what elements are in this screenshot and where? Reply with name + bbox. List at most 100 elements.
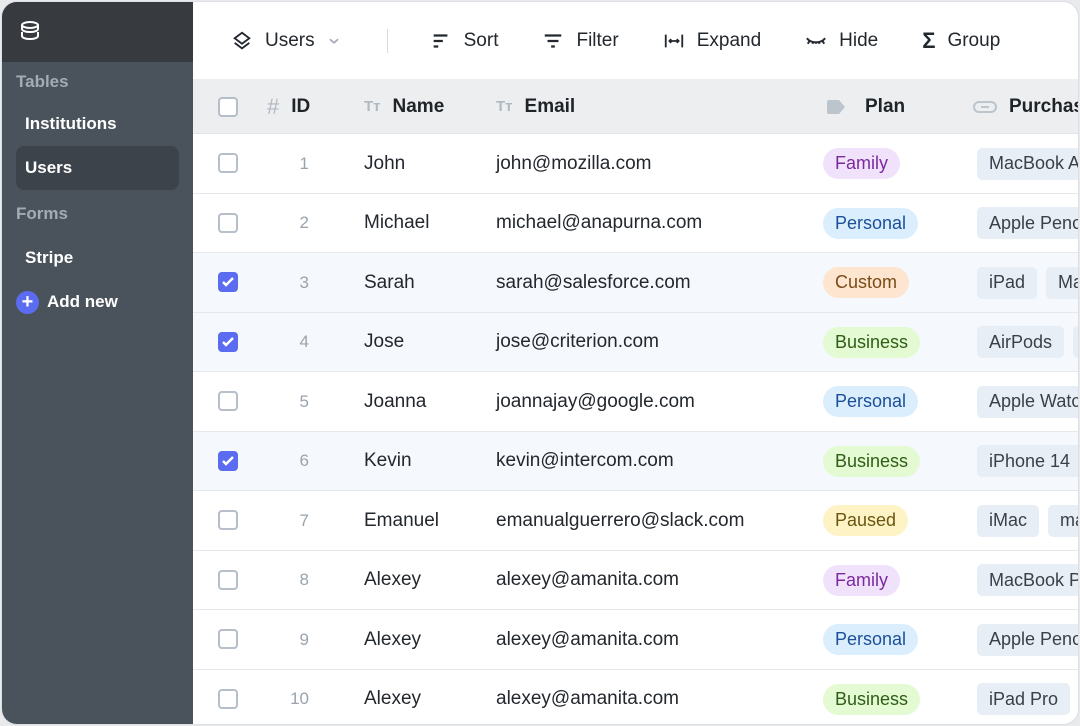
row-email[interactable]: john@mozilla.com [496,134,652,193]
row-email[interactable]: alexey@amanita.com [496,551,679,610]
row-checkbox[interactable] [218,153,238,173]
plan-badge[interactable]: Business [823,445,921,477]
purchase-chip[interactable]: Apple Penc [977,207,1078,239]
row-name[interactable]: Joanna [364,372,426,431]
row-email[interactable]: alexey@amanita.com [496,610,679,669]
purchase-chip[interactable]: iMac [977,504,1040,537]
column-plan-label: Plan [865,95,906,117]
column-purchases[interactable]: Purchas [973,79,1078,134]
purchases-cell[interactable]: iPadMa [977,253,1078,312]
table-row[interactable]: 2 Michael michael@anapurna.com Personal … [193,194,1078,253]
row-checkbox[interactable] [218,272,238,292]
column-name-label: Name [392,95,445,117]
plan-badge[interactable]: Family [823,148,900,179]
row-checkbox[interactable] [218,629,238,649]
sidebar-item-users[interactable]: Users [16,146,179,190]
row-email[interactable]: sarah@salesforce.com [496,253,691,312]
table-header: # ID Tт Name Tт Email Plan Purchas [193,79,1078,134]
add-new-button[interactable]: + Add new [2,280,193,324]
row-checkbox[interactable] [218,510,238,530]
hide-button[interactable]: Hide [805,30,878,52]
row-id: 5 [299,391,309,411]
table-row[interactable]: 10 Alexey alexey@amanita.com Business iP… [193,670,1078,725]
column-name[interactable]: Tт Name [364,79,444,134]
purchase-chip[interactable]: iPhone 14 [977,445,1078,477]
expand-button[interactable]: Expand [663,30,761,52]
table-row[interactable]: 1 John john@mozilla.com Family MacBook A [193,134,1078,194]
purchase-chip[interactable]: Apple Penc [977,623,1078,656]
row-id: 4 [299,332,309,351]
table-row[interactable]: 6 Kevin kevin@intercom.com Business iPho… [193,431,1078,491]
purchases-cell[interactable]: Apple Penc [977,610,1078,669]
table-row[interactable]: 4 Jose jose@criterion.com Business AirPo… [193,312,1078,372]
row-checkbox[interactable] [218,331,238,352]
sort-icon [433,33,448,48]
purchase-chip[interactable]: ma [1048,504,1078,537]
plan-badge[interactable]: Personal [823,624,919,655]
select-all-checkbox[interactable] [218,97,238,117]
row-name[interactable]: Emanuel [364,491,439,550]
sort-button[interactable]: Sort [430,30,498,52]
table-row[interactable]: 7 Emanuel emanualguerrero@slack.com Paus… [193,491,1078,551]
row-email[interactable]: joannajay@google.com [496,372,695,431]
plan-badge[interactable]: Personal [823,207,919,239]
group-label: Group [947,29,1001,51]
purchase-chip[interactable]: MacBook P [977,564,1078,596]
column-id[interactable]: # ID [267,79,310,134]
purchases-cell[interactable]: MacBook P [977,551,1078,610]
plan-badge[interactable]: Personal [823,386,919,417]
plan-badge[interactable]: Business [823,683,921,715]
view-selector[interactable]: Users [231,30,341,52]
purchases-cell[interactable]: MacBook A [977,134,1078,193]
purchases-cell[interactable]: Apple Penc [977,194,1078,253]
column-plan[interactable]: Plan [827,79,905,134]
plan-badge[interactable]: Family [823,564,900,596]
purchase-chip[interactable]: Apple Watc [977,385,1078,418]
purchases-cell[interactable]: iPad Pro [977,670,1078,725]
column-email[interactable]: Tт Email [496,79,575,134]
row-email[interactable]: kevin@intercom.com [496,432,674,491]
row-email[interactable]: alexey@amanita.com [496,670,679,725]
row-name[interactable]: Michael [364,194,429,253]
row-name[interactable]: Alexey [364,610,421,669]
row-name[interactable]: John [364,134,405,193]
table-row[interactable]: 9 Alexey alexey@amanita.com Personal App… [193,610,1078,670]
sidebar-section-forms: Forms [16,204,68,223]
row-id: 9 [299,629,309,649]
group-button[interactable]: Σ Group [922,28,1000,54]
tag-icon [827,99,845,114]
purchase-chip[interactable]: MacBook A [977,147,1078,180]
row-email[interactable]: emanualguerrero@slack.com [496,491,744,550]
purchases-cell[interactable]: Apple Watc [977,372,1078,431]
purchases-cell[interactable]: AirPods [977,313,1078,372]
purchases-cell[interactable]: iMacma [977,491,1078,550]
row-checkbox[interactable] [218,212,238,233]
sidebar-item-stripe[interactable]: Stripe [16,236,179,280]
row-name[interactable]: Kevin [364,432,412,491]
row-checkbox[interactable] [218,688,238,709]
row-checkbox[interactable] [218,450,238,471]
table-row[interactable]: 3 Sarah sarah@salesforce.com Custom iPad… [193,253,1078,313]
row-name[interactable]: Alexey [364,670,421,725]
row-name[interactable]: Jose [364,313,404,372]
row-checkbox[interactable] [218,391,238,411]
filter-button[interactable]: Filter [542,30,619,52]
row-email[interactable]: michael@anapurna.com [496,194,702,253]
plan-badge[interactable]: Paused [823,505,909,536]
plan-badge[interactable]: Custom [823,267,910,298]
purchase-chip[interactable]: AirPods [977,326,1065,358]
sidebar-item-institutions[interactable]: Institutions [16,102,179,146]
purchases-cell[interactable]: iPhone 14 [977,432,1078,491]
row-name[interactable]: Alexey [364,551,421,610]
row-email[interactable]: jose@criterion.com [496,313,659,372]
row-checkbox[interactable] [218,569,238,590]
purchase-chip[interactable] [1073,326,1078,358]
table-row[interactable]: 5 Joanna joannajay@google.com Personal A… [193,372,1078,432]
plus-icon: + [16,290,39,314]
purchase-chip[interactable]: iPad [977,266,1038,299]
row-name[interactable]: Sarah [364,253,415,312]
purchase-chip[interactable]: iPad Pro [977,683,1071,715]
purchase-chip[interactable]: Ma [1046,266,1078,299]
plan-badge[interactable]: Business [823,326,921,358]
table-row[interactable]: 8 Alexey alexey@amanita.com Family MacBo… [193,551,1078,610]
